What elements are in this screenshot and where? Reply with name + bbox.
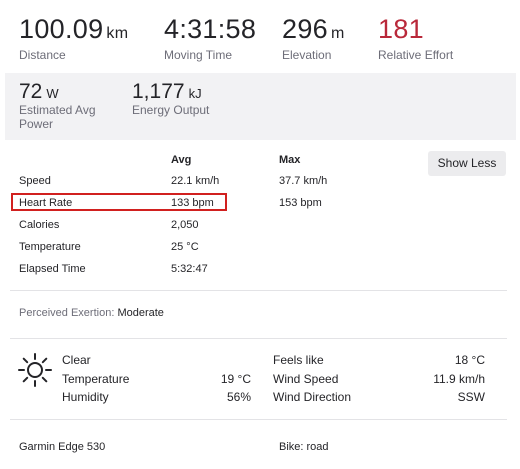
relative-effort-value: 181 [378, 14, 424, 44]
stat-label-elapsed-time: Elapsed Time [19, 263, 86, 275]
elevation-label: Elevation [282, 48, 332, 62]
avg-column-header: Avg [171, 154, 192, 166]
weather-condition: Clear [62, 353, 91, 367]
moving-time-value: 4:31:58 [164, 14, 257, 44]
speed-avg: 22.1 km/h [171, 175, 220, 187]
divider [10, 290, 507, 291]
stat-label-heart-rate: Heart Rate [19, 197, 73, 209]
weather-temperature-label: Temperature [62, 372, 130, 386]
wind-direction-value: SSW [457, 390, 485, 404]
wind-speed-value: 11.9 km/h [433, 372, 485, 386]
max-column-header: Max [279, 154, 301, 166]
relative-effort-label: Relative Effort [378, 48, 454, 62]
distance-label: Distance [19, 48, 66, 62]
elapsed-time-avg: 5:32:47 [171, 263, 208, 275]
temperature-avg: 25 °C [171, 241, 199, 253]
divider [10, 419, 507, 420]
sun-icon [17, 352, 53, 388]
speed-max: 37.7 km/h [279, 175, 328, 187]
moving-time-label: Moving Time [164, 48, 233, 62]
stat-label-temperature: Temperature [19, 241, 81, 253]
calories-avg: 2,050 [171, 219, 199, 231]
stat-label-speed: Speed [19, 175, 51, 187]
weather-temperature-value: 19 °C [220, 372, 251, 386]
bike-name[interactable]: Bike: road [279, 441, 329, 453]
show-less-button[interactable]: Show Less [428, 151, 506, 176]
heart-rate-avg: 133 bpm [171, 197, 214, 209]
divider [10, 338, 507, 339]
feels-like-value: 18 °C [454, 353, 485, 367]
elevation-value: 296 m [282, 14, 345, 44]
wind-direction-label: Wind Direction [273, 390, 352, 404]
heart-rate-max: 153 bpm [279, 197, 322, 209]
distance-value: 100.09 km [19, 14, 129, 44]
stat-label-calories: Calories [19, 219, 60, 231]
weather-humidity-value: 56% [226, 390, 251, 404]
energy-output-label: Energy Output [132, 103, 210, 117]
avg-power-label: Estimated Avg Power [19, 103, 96, 131]
wind-speed-label: Wind Speed [273, 372, 339, 386]
perceived-exertion: Perceived Exertion: Moderate [19, 307, 164, 319]
weather-humidity-label: Humidity [62, 390, 109, 404]
energy-output-value: 1,177 kJ [132, 80, 202, 103]
feels-like-label: Feels like [273, 353, 324, 367]
avg-power-value: 72 W [19, 80, 59, 103]
device-name: Garmin Edge 530 [19, 441, 106, 453]
